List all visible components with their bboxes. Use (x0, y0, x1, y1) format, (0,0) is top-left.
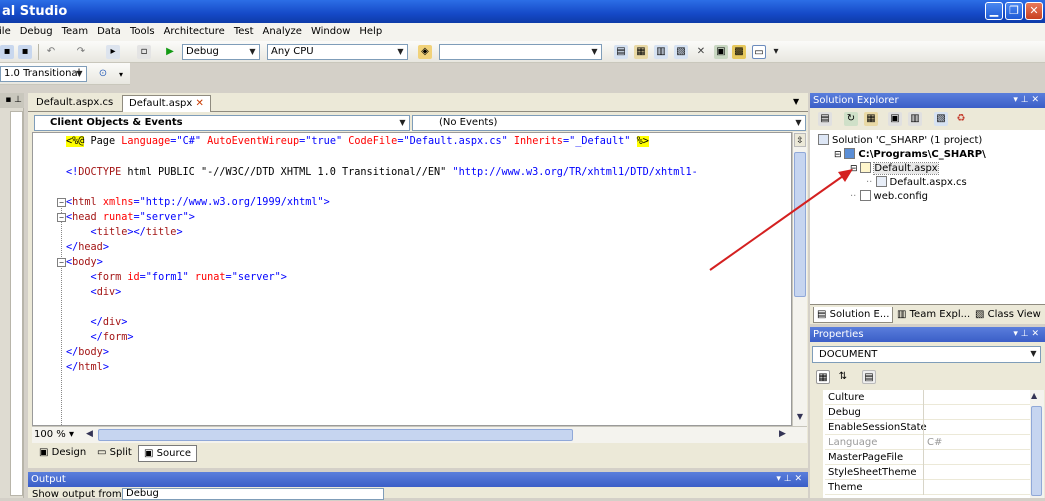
arrow-line (709, 175, 844, 271)
arrow-head (838, 169, 853, 182)
annotation-arrow (709, 169, 853, 271)
